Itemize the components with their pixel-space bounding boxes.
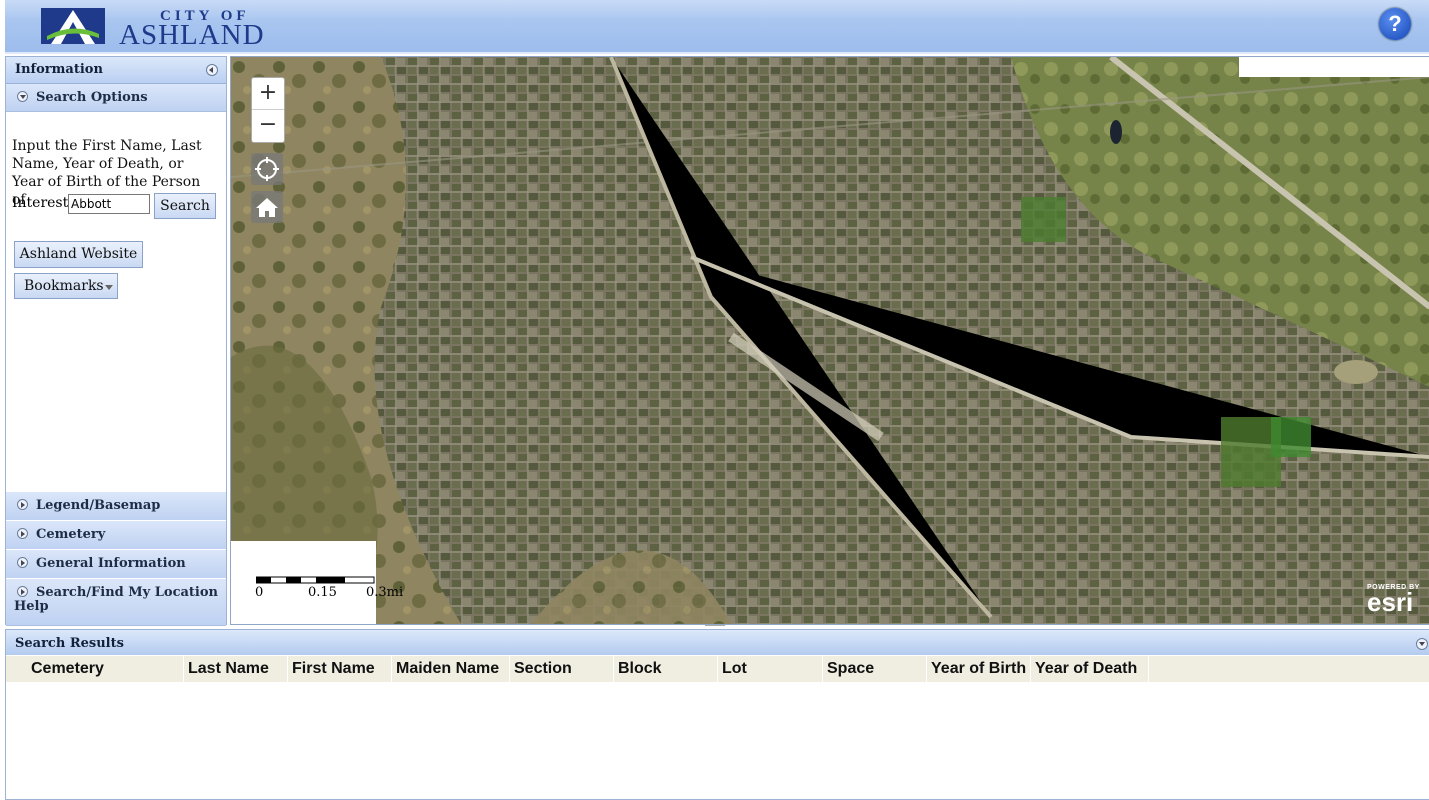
column-header-last-name[interactable]: Last Name (184, 656, 288, 682)
locate-button[interactable] (251, 153, 283, 185)
zoom-out-button[interactable]: − (252, 110, 284, 141)
crosshair-icon (255, 157, 279, 181)
accordion-label: Search/Find My Location (36, 585, 218, 600)
esri-logo: POWERED BY esri (1367, 584, 1420, 617)
results-grid-header: Cemetery Last Name First Name Maiden Nam… (6, 656, 1429, 682)
accordion-label: Cemetery (36, 527, 106, 542)
column-header-lot[interactable]: Lot (718, 656, 823, 682)
search-results-header: Search Results (6, 630, 1429, 655)
expand-closed-icon (17, 557, 28, 568)
search-input[interactable] (68, 194, 150, 214)
accordion-legend-basemap[interactable]: Legend/Basemap (6, 491, 226, 521)
information-panel-header: Information (6, 57, 226, 84)
ashland-logo-icon (41, 8, 105, 44)
scale-bar (256, 576, 375, 584)
expand-open-icon (17, 91, 28, 102)
column-header-maiden-name[interactable]: Maiden Name (392, 656, 510, 682)
search-results-panel: Search Results Cemetery Last Name First … (5, 629, 1429, 800)
bookmarks-dropdown[interactable]: Bookmarks (14, 273, 118, 299)
information-panel: Information Search Options Input the Fir… (5, 56, 227, 626)
app-header: CITY OF ASHLAND ? (5, 0, 1429, 54)
scale-label-mid: 0.15 (308, 585, 337, 600)
accordion-search-options[interactable]: Search Options (6, 84, 226, 112)
help-link[interactable]: Help (14, 598, 49, 616)
expand-closed-icon (17, 499, 28, 510)
expand-closed-icon (17, 528, 28, 539)
map-view[interactable]: + − 0 0.15 0.3mi POWERED BY esri (230, 56, 1429, 625)
column-header-block[interactable]: Block (614, 656, 718, 682)
chevron-down-icon (105, 285, 113, 290)
column-header-first-name[interactable]: First Name (288, 656, 392, 682)
logo-name-text: ASHLAND (119, 19, 265, 51)
accordion-cemetery[interactable]: Cemetery (6, 520, 226, 550)
column-header-year-of-death[interactable]: Year of Death (1031, 656, 1149, 682)
aerial-imagery (231, 57, 1429, 624)
attribution-box (1239, 57, 1429, 77)
accordion-general-information[interactable]: General Information (6, 549, 226, 579)
search-results-title: Search Results (15, 636, 124, 651)
scale-label-0: 0 (255, 585, 264, 600)
accordion-label: Search Options (36, 90, 148, 105)
column-header-space[interactable]: Space (823, 656, 927, 682)
column-header-section[interactable]: Section (510, 656, 614, 682)
collapse-results-icon[interactable] (1416, 638, 1428, 650)
search-button[interactable]: Search (154, 193, 216, 219)
collapse-panel-icon[interactable] (206, 64, 218, 76)
ashland-website-button[interactable]: Ashland Website (14, 241, 143, 268)
scale-label-end: 0.3mi (366, 585, 404, 600)
home-icon (256, 198, 278, 217)
accordion-search-find-location[interactable]: Search/Find My Location Help (6, 578, 226, 626)
esri-brand-text: esri (1367, 587, 1414, 617)
zoom-in-button[interactable]: + (252, 78, 284, 110)
accordion-label: Legend/Basemap (36, 498, 161, 513)
home-button[interactable] (251, 191, 283, 223)
accordion-label: General Information (36, 556, 186, 571)
search-input-label: Interest: (12, 195, 73, 211)
column-header-cemetery[interactable]: Cemetery (6, 656, 184, 682)
information-panel-title: Information (15, 62, 103, 77)
bookmarks-label: Bookmarks (24, 278, 104, 294)
expand-closed-icon (17, 586, 28, 597)
help-icon[interactable]: ? (1379, 8, 1411, 40)
column-header-year-of-birth[interactable]: Year of Birth (927, 656, 1031, 682)
zoom-control: + − (251, 77, 285, 143)
